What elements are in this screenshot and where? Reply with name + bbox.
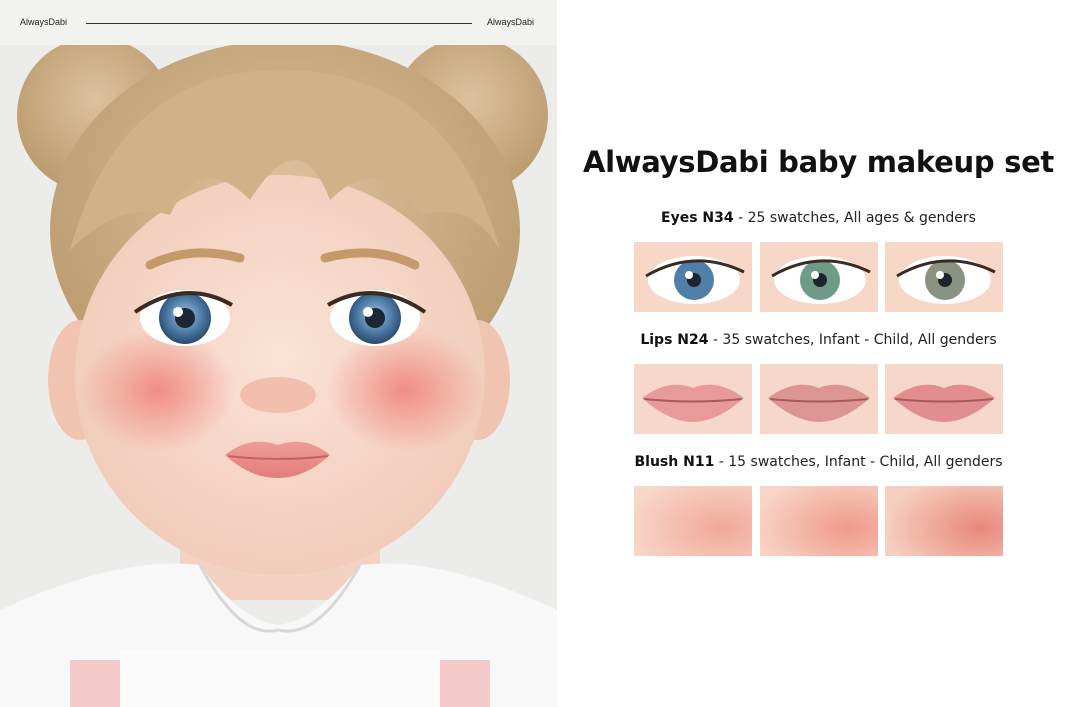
eye-swatch-2[interactable] bbox=[760, 242, 878, 312]
eyes-section-label: Eyes N34 - 25 swatches, All ages & gende… bbox=[557, 210, 1080, 226]
eye-swatch-1[interactable] bbox=[634, 242, 752, 312]
header-divider bbox=[86, 23, 472, 24]
blush-swatch-1[interactable] bbox=[634, 486, 752, 556]
eyes-section-name: Eyes N34 bbox=[661, 210, 734, 226]
blush-section-details: - 15 swatches, Infant - Child, All gende… bbox=[714, 454, 1003, 470]
lip-swatch-3[interactable] bbox=[885, 364, 1003, 434]
lips-section-label: Lips N24 - 35 swatches, Infant - Child, … bbox=[557, 332, 1080, 348]
lip-swatch-2[interactable] bbox=[760, 364, 878, 434]
lip-swatch-1[interactable] bbox=[634, 364, 752, 434]
brand-text-left: AlwaysDabi bbox=[20, 17, 68, 27]
baby-portrait-image bbox=[0, 45, 557, 707]
brand-header: AlwaysDabi AlwaysDabi bbox=[0, 0, 557, 45]
eye-swatch-3[interactable] bbox=[885, 242, 1003, 312]
brand-text-right: AlwaysDabi bbox=[487, 17, 535, 27]
preview-panel: AlwaysDabi AlwaysDabi bbox=[0, 0, 557, 707]
blush-section-label: Blush N11 - 15 swatches, Infant - Child,… bbox=[557, 454, 1080, 470]
blush-swatch-2[interactable] bbox=[760, 486, 878, 556]
eyes-section-details: - 25 swatches, All ages & genders bbox=[733, 210, 976, 226]
page-title: AlwaysDabi baby makeup set bbox=[583, 145, 1054, 179]
blush-section-name: Blush N11 bbox=[634, 454, 715, 470]
blush-swatch-3[interactable] bbox=[885, 486, 1003, 556]
lips-section-name: Lips N24 bbox=[640, 332, 709, 348]
lips-section-details: - 35 swatches, Infant - Child, All gende… bbox=[708, 332, 997, 348]
